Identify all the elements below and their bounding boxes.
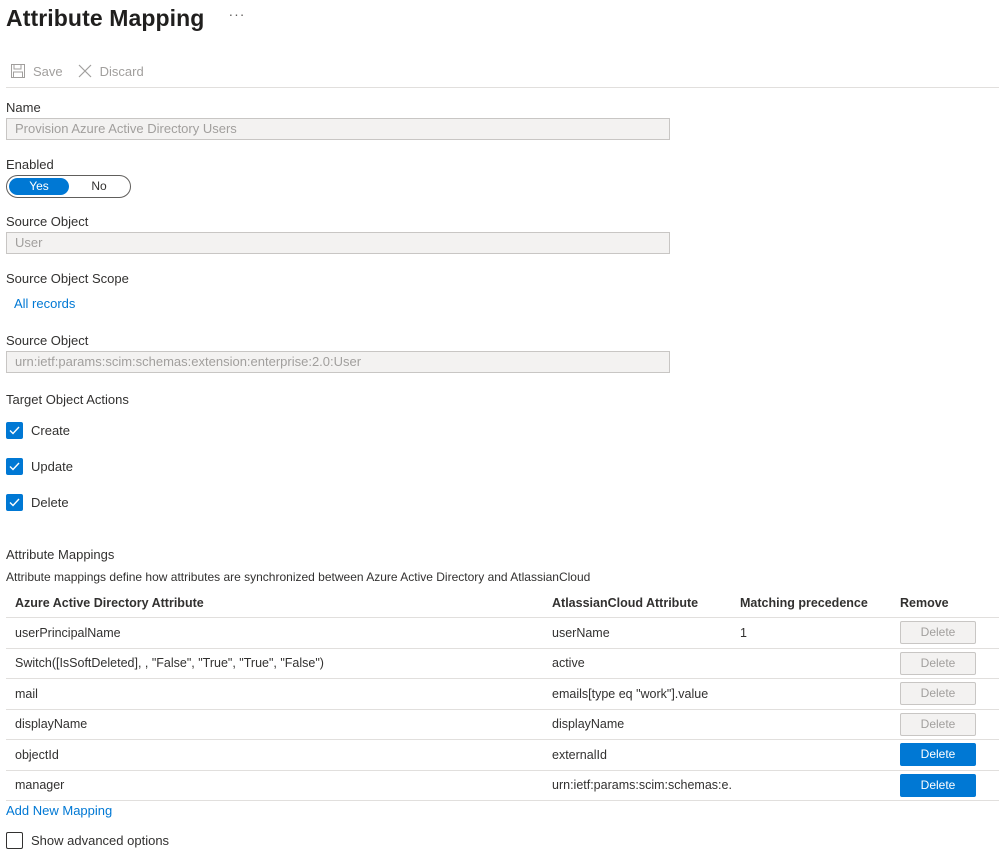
enabled-toggle[interactable]: Yes No [6,175,131,198]
source-object-scope-label: Source Object Scope [6,271,129,286]
close-icon [78,64,92,78]
column-header-precedence: Matching precedence [740,595,868,610]
save-icon [11,64,25,78]
delete-mapping-button[interactable]: Delete [900,743,976,767]
enabled-yes-option[interactable]: Yes [9,178,69,195]
create-checkbox-row[interactable]: Create [6,422,70,439]
source-attribute[interactable]: manager [15,771,535,801]
matching-precedence [740,771,890,801]
source-attribute[interactable]: userPrincipalName [15,618,535,648]
delete-mapping-button[interactable]: Delete [900,682,976,706]
column-header-target: AtlassianCloud Attribute [552,595,699,610]
create-checkbox[interactable] [6,422,23,439]
column-header-source: Azure Active Directory Attribute [15,595,204,610]
save-label: Save [33,63,63,79]
create-label: Create [31,423,71,438]
update-checkbox[interactable] [6,458,23,475]
matching-precedence [740,710,890,740]
source-object-label: Source Object [6,214,89,229]
update-label: Update [31,459,73,474]
checkmark-icon [9,426,20,435]
source-attribute[interactable]: mail [15,679,535,709]
target-attribute[interactable]: urn:ietf:params:scim:schemas:e... [552,771,732,801]
attribute-mappings-table: Azure Active Directory Attribute Atlassi… [6,588,999,801]
show-advanced-options-label: Show advanced options [31,833,170,848]
delete-checkbox-row[interactable]: Delete [6,494,69,511]
attribute-mappings-description: Attribute mappings define how attributes… [6,570,591,584]
delete-mapping-button[interactable]: Delete [900,712,976,736]
source-object-type-label: Source Object [6,333,89,348]
scope-all-records-link[interactable]: All records [14,296,75,311]
source-attribute[interactable]: objectId [15,740,535,770]
column-header-remove: Remove [900,595,949,610]
matching-precedence [740,740,890,770]
target-actions-label: Target Object Actions [6,392,129,407]
table-row[interactable]: userPrincipalName userName 1 Delete [6,618,999,649]
page-title: Attribute Mapping [6,4,205,31]
command-bar: Save Discard [10,60,158,82]
checkmark-icon [9,498,20,507]
source-attribute[interactable]: Switch([IsSoftDeleted], , "False", "True… [15,649,535,679]
source-attribute[interactable]: displayName [15,710,535,740]
table-row[interactable]: displayName displayName Delete [6,710,999,740]
delete-label: Delete [31,495,69,510]
more-options-icon[interactable]: ··· [228,6,245,22]
add-new-mapping-link[interactable]: Add New Mapping [6,803,112,818]
table-row[interactable]: manager urn:ietf:params:scim:schemas:e..… [6,771,999,801]
attribute-mapping-page: Attribute Mapping ··· Save Discard Name … [0,0,999,853]
matching-precedence [740,679,890,709]
attribute-mappings-title: Attribute Mappings [6,547,115,562]
show-advanced-options-checkbox[interactable] [6,832,23,849]
target-attribute[interactable]: displayName [552,710,732,740]
table-header: Azure Active Directory Attribute Atlassi… [6,588,999,618]
name-input[interactable]: Provision Azure Active Directory Users [6,118,670,140]
target-attribute[interactable]: active [552,649,732,679]
delete-mapping-button[interactable]: Delete [900,773,976,797]
target-attribute[interactable]: externalId [552,740,732,770]
source-object-type-input[interactable]: urn:ietf:params:scim:schemas:extension:e… [6,351,670,373]
enabled-label: Enabled [6,157,54,172]
target-attribute[interactable]: userName [552,618,732,648]
delete-mapping-button[interactable]: Delete [900,621,976,645]
delete-checkbox[interactable] [6,494,23,511]
source-object-input[interactable]: User [6,232,670,254]
page-header: Attribute Mapping ··· [6,2,245,34]
toolbar-divider [6,87,999,88]
discard-label: Discard [99,63,144,79]
advanced-options-row[interactable]: Show advanced options [6,832,169,849]
matching-precedence: 1 [740,625,747,640]
name-label: Name [6,100,41,115]
target-attribute[interactable]: emails[type eq "work"].value [552,679,732,709]
table-row[interactable]: mail emails[type eq "work"].value Delete [6,679,999,710]
discard-button[interactable]: Discard [77,63,144,79]
matching-precedence [740,649,890,679]
enabled-no-option[interactable]: No [69,178,129,195]
update-checkbox-row[interactable]: Update [6,458,73,475]
delete-mapping-button[interactable]: Delete [900,651,976,675]
table-row[interactable]: Switch([IsSoftDeleted], , "False", "True… [6,649,999,679]
table-row[interactable]: objectId externalId Delete [6,740,999,771]
save-button[interactable]: Save [10,63,63,79]
checkmark-icon [9,462,20,471]
